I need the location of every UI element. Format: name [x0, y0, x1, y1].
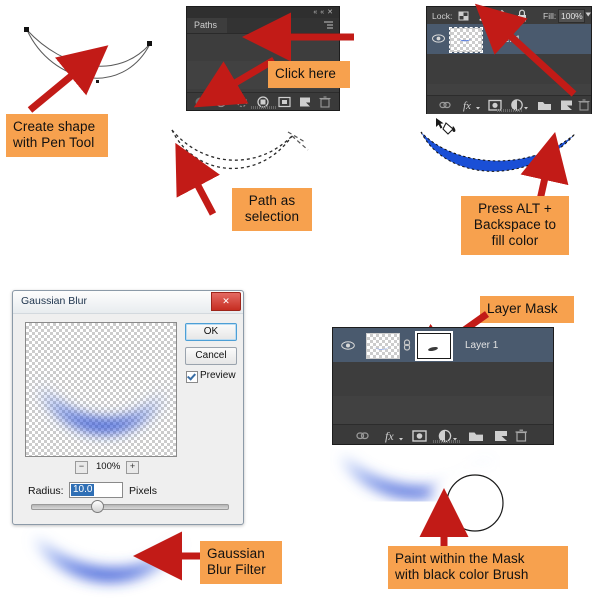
- fill-path-icon: [195, 97, 205, 107]
- panel-resize-grip[interactable]: [497, 109, 523, 112]
- add-layer-mask-icon: [412, 430, 427, 442]
- delete-path-icon: [319, 96, 331, 108]
- zoom-level: 100%: [96, 461, 121, 472]
- layers-panel-empty-area: [333, 396, 553, 426]
- close-icon[interactable]: ✕: [327, 9, 336, 16]
- fill-value: 100%: [561, 11, 583, 21]
- blur-preview-canvas[interactable]: [25, 322, 177, 457]
- lock-transparent-pixels-icon: [458, 11, 469, 21]
- callout-paint-within-mask: Paint within the Mask with black color B…: [388, 546, 568, 589]
- cancel-button[interactable]: Cancel: [185, 347, 237, 365]
- layer-thumbnail[interactable]: [449, 27, 483, 53]
- link-mask-icon[interactable]: [402, 339, 412, 352]
- layer-thumbnail[interactable]: [366, 333, 400, 359]
- zoom-out-button[interactable]: −: [75, 461, 88, 474]
- fill-value-field[interactable]: 100%: [558, 9, 585, 23]
- layer-row-layer-1[interactable]: Layer 1: [333, 328, 553, 362]
- load-path-as-selection-icon: [236, 96, 248, 108]
- arrow-to-layer-1: [474, 3, 577, 97]
- stroke-path-icon: [215, 96, 227, 108]
- callout-create-shape: Create shape with Pen Tool: [6, 114, 108, 157]
- close-icon[interactable]: ✕: [211, 292, 241, 311]
- lock-label: Lock:: [432, 11, 453, 21]
- collapse-icon[interactable]: ««: [313, 9, 327, 16]
- radius-slider-knob[interactable]: [91, 500, 104, 513]
- new-layer-icon: [495, 431, 507, 441]
- panel-resize-grip[interactable]: [251, 106, 277, 109]
- delete-layer-icon: [578, 99, 590, 111]
- delete-layer-icon: [515, 429, 527, 442]
- callout-path-as-selection: Path as selection: [232, 188, 312, 231]
- lock-image-pixels-icon: [479, 12, 490, 21]
- arrow-to-pen-path: [27, 45, 109, 113]
- layer-thumbnail-content: [374, 346, 390, 350]
- layer-mask-thumbnail[interactable]: [415, 331, 453, 361]
- zoom-in-button[interactable]: +: [126, 461, 139, 474]
- layer-style-fx-icon: fx: [463, 100, 480, 112]
- eye-icon[interactable]: [341, 340, 355, 351]
- lock-row: Lock: Fill: 100%: [427, 7, 591, 24]
- layer-thumbnail-content: [459, 39, 471, 42]
- paths-panel-titlebar: ««✕: [187, 7, 339, 18]
- add-mask-icon: [278, 96, 291, 108]
- radius-slider-track[interactable]: [31, 504, 229, 510]
- radius-label: Radius:: [28, 485, 64, 497]
- ok-button[interactable]: OK: [185, 323, 237, 341]
- link-layers-icon: [439, 101, 451, 109]
- callout-click-here: Click here: [268, 61, 350, 88]
- paths-panel-window-buttons[interactable]: ««✕: [313, 8, 336, 16]
- callout-gaussian-blur-filter: Gaussian Blur Filter: [200, 541, 282, 584]
- panel-resize-grip[interactable]: [433, 440, 461, 443]
- lock-icons-row[interactable]: [458, 9, 536, 23]
- dialog-titlebar: Gaussian Blur ✕: [13, 291, 243, 314]
- radius-value: 10.0: [71, 484, 95, 496]
- radius-units: Pixels: [129, 485, 158, 497]
- layers-panel-bottom[interactable]: Layer 1 Background fx: [332, 327, 554, 445]
- arrow-to-path-selection: [175, 142, 220, 216]
- tutorial-canvas: Create shape with Pen Tool ««✕ Paths Wor…: [0, 0, 600, 600]
- lock-all-icon: [518, 9, 526, 22]
- new-group-icon: [538, 102, 551, 110]
- svg-text:fx: fx: [385, 429, 394, 443]
- new-layer-icon: [561, 100, 572, 110]
- radius-input[interactable]: 10.0: [69, 482, 123, 498]
- paths-panel-bottom-bar: [187, 92, 339, 110]
- fill-label: Fill:: [543, 11, 557, 21]
- preview-label: Preview: [200, 370, 236, 381]
- new-group-icon: [469, 432, 483, 441]
- blur-preview-content: [38, 385, 166, 433]
- gaussian-blur-dialog[interactable]: Gaussian Blur ✕ OK Cancel Preview − 100%…: [12, 290, 244, 525]
- new-path-icon: [300, 97, 310, 107]
- eye-icon[interactable]: [432, 33, 445, 44]
- link-layers-icon: [356, 432, 369, 440]
- paint-bucket-cursor: [436, 118, 456, 135]
- layer-name-label: Layer 1: [465, 340, 499, 351]
- preview-checkbox[interactable]: [186, 371, 198, 383]
- layer-style-fx-icon: fx: [385, 429, 403, 443]
- svg-text:fx: fx: [463, 100, 471, 112]
- callout-press-alt: Press ALT + Backspace to fill color: [461, 196, 569, 255]
- layer-mask-content: [428, 346, 438, 352]
- arrow-to-work-path: [242, 12, 354, 62]
- chevron-down-icon[interactable]: [585, 11, 592, 18]
- lock-position-icon: [495, 9, 509, 23]
- dialog-title: Gaussian Blur: [21, 295, 87, 307]
- tab-paths[interactable]: Paths: [187, 18, 228, 33]
- layers-panel-bottom-bar: fx: [333, 424, 553, 444]
